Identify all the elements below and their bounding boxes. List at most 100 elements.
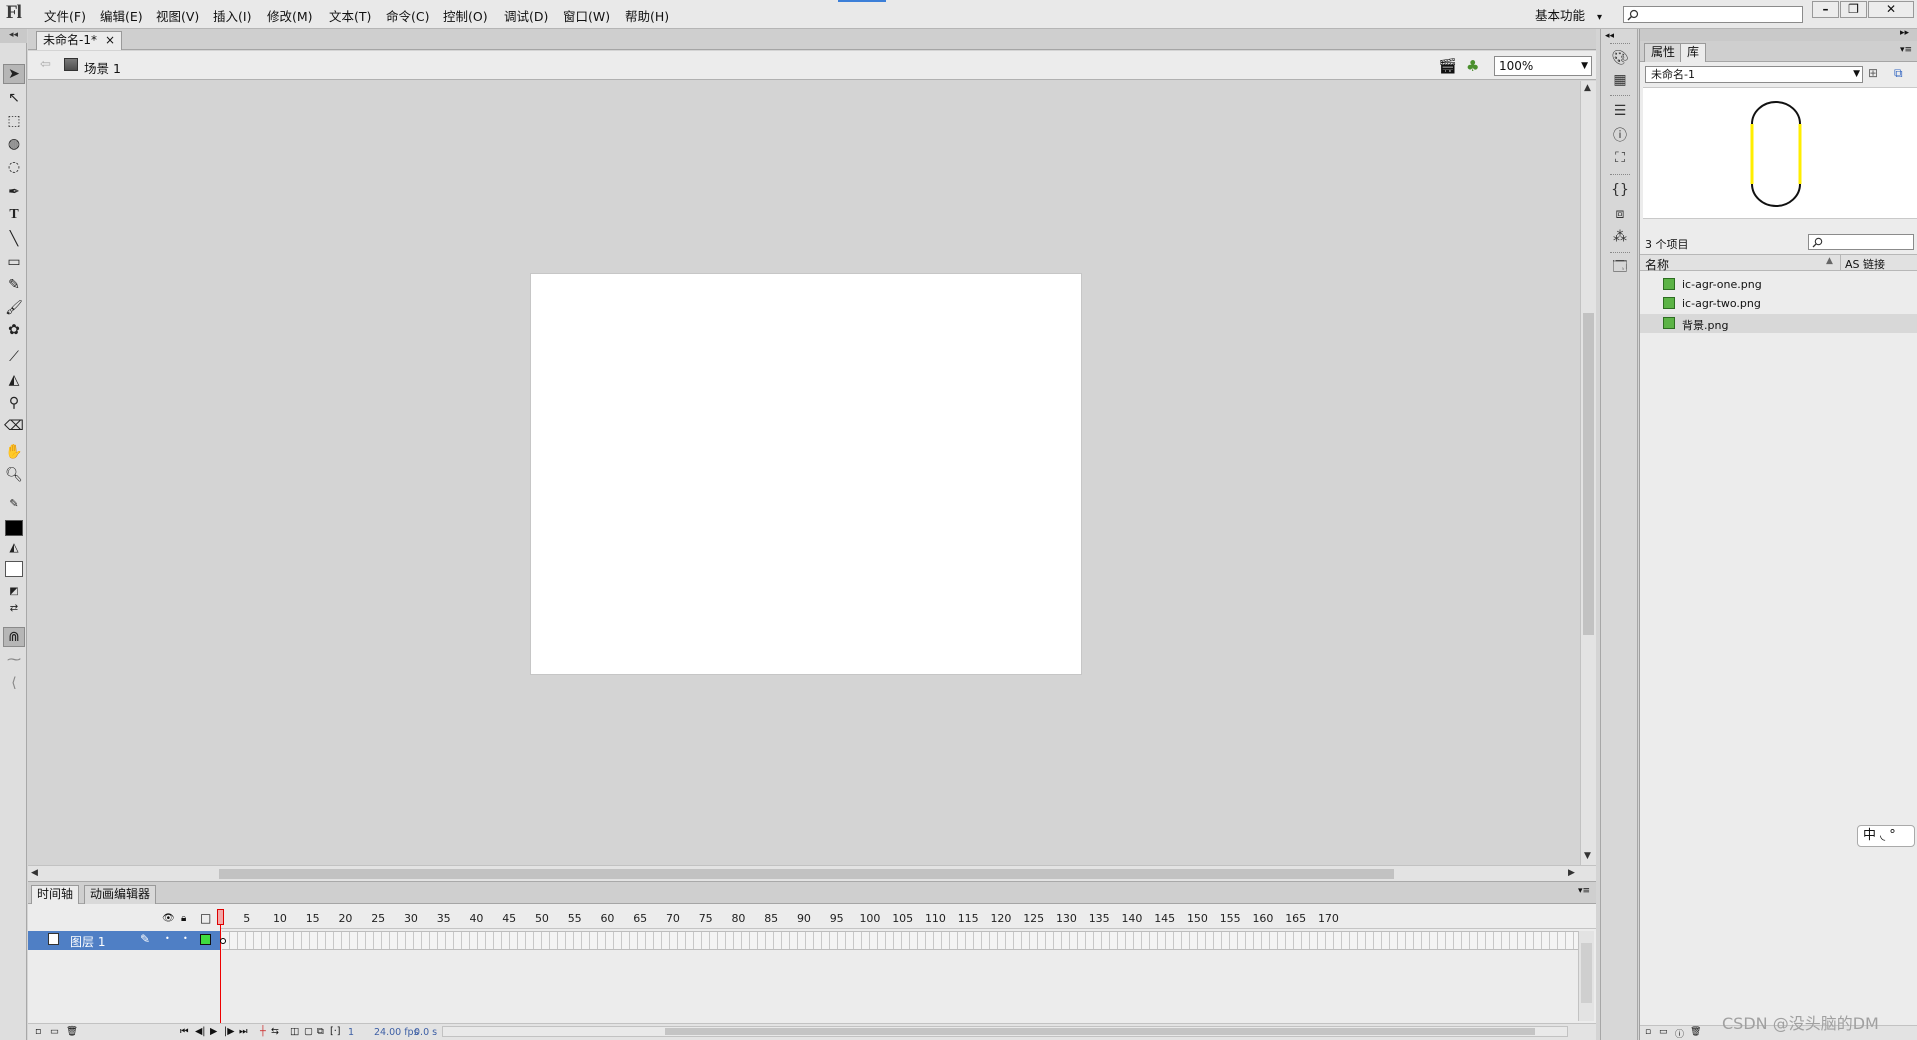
text-tool-icon[interactable]: T xyxy=(3,205,25,225)
visibility-dot-icon[interactable]: • xyxy=(165,934,170,943)
menu-view[interactable]: 视图(V) xyxy=(156,6,199,25)
keyframe-empty-icon[interactable] xyxy=(220,938,226,944)
stage-vertical-scrollbar[interactable]: ▲ ▼ xyxy=(1580,81,1596,865)
subselection-tool-icon[interactable]: ↖ xyxy=(3,88,25,108)
frame-rate[interactable]: 24.00 fps xyxy=(374,1027,419,1038)
timeline-horizontal-scrollbar[interactable] xyxy=(442,1026,1568,1037)
new-folder-icon[interactable]: ▭ xyxy=(1659,1027,1668,1037)
info-panel-icon[interactable]: ⓘ xyxy=(1611,126,1629,144)
menu-commands[interactable]: 命令(C) xyxy=(386,6,429,25)
menu-control[interactable]: 控制(O) xyxy=(443,6,488,25)
list-item[interactable]: 背景.png xyxy=(1640,314,1917,333)
next-frame-icon[interactable]: |▶ xyxy=(224,1026,235,1037)
stage-canvas[interactable] xyxy=(531,274,1081,674)
new-folder-icon[interactable]: ▭ xyxy=(50,1026,59,1037)
components-panel-icon[interactable]: ⧈ xyxy=(1611,205,1629,223)
menu-edit[interactable]: 编辑(E) xyxy=(100,6,143,25)
timeline-vertical-scrollbar[interactable] xyxy=(1578,931,1594,1021)
play-icon[interactable]: ▶ xyxy=(210,1026,217,1037)
menu-modify[interactable]: 修改(M) xyxy=(267,6,313,25)
tab-motion-editor[interactable]: 动画编辑器 xyxy=(84,885,157,904)
help-search-input[interactable] xyxy=(1623,6,1803,23)
rectangle-tool-icon[interactable]: ▭ xyxy=(3,252,25,272)
line-tool-icon[interactable]: ╲ xyxy=(3,229,25,249)
onion-markers-icon[interactable]: [·] xyxy=(330,1026,340,1037)
3d-rotation-tool-icon[interactable]: ◍ xyxy=(3,134,25,154)
list-item[interactable]: ic-agr-one.png xyxy=(1640,275,1917,294)
tab-properties[interactable]: 属性 xyxy=(1644,43,1683,62)
horizontal-scroll-thumb[interactable] xyxy=(219,869,1394,879)
timeline-vscroll-thumb[interactable] xyxy=(1581,943,1592,1003)
lock-dot-icon[interactable]: • xyxy=(183,934,188,943)
motion-presets-panel-icon[interactable]: ⁂ xyxy=(1611,228,1629,246)
edit-multiple-frames-icon[interactable]: ⧉ xyxy=(317,1026,324,1037)
align-panel-icon[interactable]: ☰ xyxy=(1611,102,1629,120)
scroll-right-icon[interactable]: ▶ xyxy=(1568,868,1575,878)
tab-library[interactable]: 库 xyxy=(1680,43,1707,62)
library-search-input[interactable] xyxy=(1808,234,1914,250)
frame-ruler[interactable]: 1510152025303540455055606570758085909510… xyxy=(220,909,1596,929)
lock-icon[interactable]: 🔒︎ xyxy=(181,913,186,924)
scene-label[interactable]: 场景 1 xyxy=(84,58,121,77)
scroll-up-icon[interactable]: ▲ xyxy=(1584,83,1591,93)
swap-colors-icon[interactable]: ⇄ xyxy=(3,600,25,616)
column-as-linkage[interactable]: AS 链接 xyxy=(1845,256,1885,272)
selection-tool-icon[interactable]: ➤ xyxy=(3,64,25,84)
menu-window[interactable]: 窗口(W) xyxy=(563,6,610,25)
delete-layer-icon[interactable]: 🗑︎ xyxy=(66,1026,78,1037)
transform-panel-icon[interactable]: ⛶ xyxy=(1611,149,1629,167)
close-button[interactable]: ✕ xyxy=(1868,1,1914,18)
panel-menu-icon[interactable]: ▾≡ xyxy=(1900,45,1912,55)
new-library-panel-icon[interactable]: ⧉ xyxy=(1894,66,1903,81)
free-transform-tool-icon[interactable]: ⬚ xyxy=(3,111,25,131)
vertical-scroll-thumb[interactable] xyxy=(1583,313,1594,635)
list-item[interactable]: ic-agr-two.png xyxy=(1640,294,1917,313)
menu-text[interactable]: 文本(T) xyxy=(329,6,371,25)
restore-button[interactable]: ❐ xyxy=(1840,1,1867,18)
tab-timeline[interactable]: 时间轴 xyxy=(31,885,80,904)
pin-library-icon[interactable]: ⊞ xyxy=(1868,66,1878,80)
layer-outline-color-icon[interactable] xyxy=(200,934,211,945)
menu-help[interactable]: 帮助(H) xyxy=(625,6,669,25)
pen-tool-icon[interactable]: ✒ xyxy=(3,182,25,202)
eye-icon[interactable]: 👁︎ xyxy=(162,913,175,924)
brush-tool-icon[interactable]: 🖌 xyxy=(3,298,25,318)
fill-color-swatch[interactable] xyxy=(5,561,23,577)
loop-icon[interactable]: ⇆ xyxy=(271,1026,279,1037)
minimize-button[interactable]: – xyxy=(1812,1,1839,18)
stage-horizontal-scrollbar[interactable]: ◀ ▶ xyxy=(28,865,1596,881)
library-document-select[interactable]: 未命名-1 ▼ xyxy=(1645,66,1863,83)
column-name[interactable]: 名称 xyxy=(1645,256,1669,273)
snap-to-objects-icon[interactable]: ⋒ xyxy=(3,627,25,647)
zoom-tool-icon[interactable]: 🔍︎ xyxy=(3,465,25,485)
first-frame-icon[interactable]: ⏮︎ xyxy=(180,1026,189,1037)
eyedropper-tool-icon[interactable]: ⚲ xyxy=(3,393,25,413)
delete-icon[interactable]: 🗑︎ xyxy=(1690,1027,1701,1037)
document-tab[interactable]: 未命名-1* × xyxy=(36,31,123,50)
paint-bucket-tool-icon[interactable]: ◭ xyxy=(3,370,25,390)
last-frame-icon[interactable]: ⏭︎ xyxy=(239,1026,248,1037)
stroke-color-swatch[interactable] xyxy=(5,520,23,536)
color-panel-icon[interactable]: 🎨︎ xyxy=(1611,49,1629,67)
menu-file[interactable]: 文件(F) xyxy=(44,6,86,25)
smooth-icon[interactable]: ⁓ xyxy=(3,650,25,670)
workspace-switcher[interactable]: 基本功能 ▾ xyxy=(1535,5,1602,24)
menu-insert[interactable]: 插入(I) xyxy=(213,6,251,25)
swatches-panel-icon[interactable]: ▦ xyxy=(1611,71,1629,89)
deco-tool-icon[interactable]: ✿ xyxy=(3,320,25,340)
lasso-tool-icon[interactable]: ◌ xyxy=(3,157,25,177)
scroll-left-icon[interactable]: ◀ xyxy=(31,868,38,878)
ime-status-widget[interactable]: 中 ◟ ° xyxy=(1857,825,1915,847)
new-symbol-icon[interactable]: ▫ xyxy=(1645,1027,1651,1037)
menu-debug[interactable]: 调试(D) xyxy=(504,6,548,25)
timeline-scroll-thumb[interactable] xyxy=(665,1028,1535,1035)
straighten-icon[interactable]: ⟨ xyxy=(3,673,25,693)
current-frame[interactable]: 1 xyxy=(348,1027,354,1038)
panel-menu-icon[interactable]: ▾≡ xyxy=(1578,886,1590,896)
pencil-tool-icon[interactable]: ✎ xyxy=(3,275,25,295)
black-white-icon[interactable]: ◩ xyxy=(3,583,25,599)
layer-row[interactable]: 图层 1 ✎ • • xyxy=(28,931,220,950)
prev-frame-icon[interactable]: ◀| xyxy=(195,1026,206,1037)
onion-skin-icon[interactable]: ◫ xyxy=(290,1026,299,1037)
scroll-down-icon[interactable]: ▼ xyxy=(1584,851,1591,861)
